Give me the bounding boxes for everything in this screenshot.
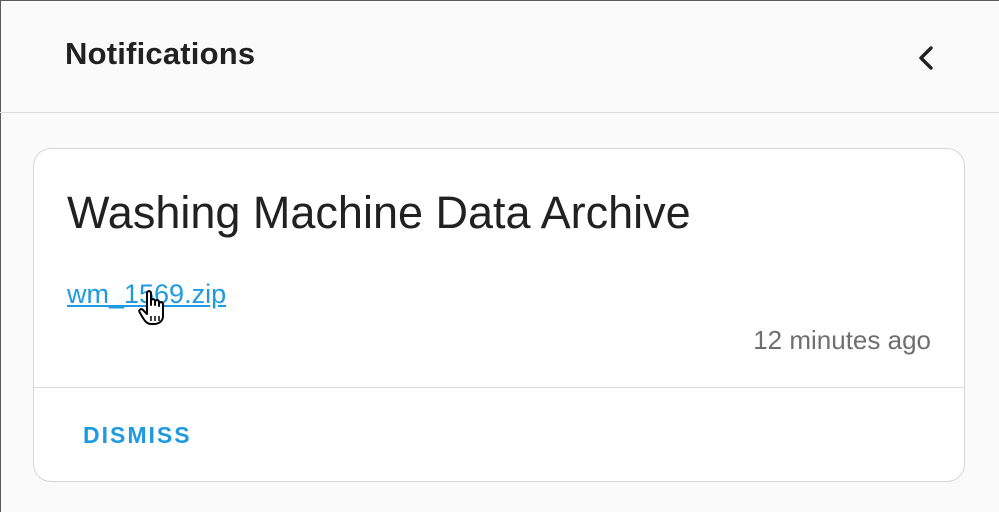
notification-timestamp: 12 minutes ago	[753, 325, 931, 355]
dismiss-button[interactable]: DISMISS	[83, 422, 192, 449]
chevron-left-icon	[919, 46, 933, 70]
collapse-button[interactable]	[904, 36, 948, 80]
card-divider	[34, 387, 964, 388]
notifications-header: Notifications	[0, 0, 999, 113]
notification-card: Washing Machine Data Archive wm_1569.zip…	[33, 148, 965, 482]
page-title: Notifications	[65, 36, 256, 71]
file-download-link[interactable]: wm_1569.zip	[67, 279, 226, 310]
notification-title: Washing Machine Data Archive	[67, 187, 691, 238]
